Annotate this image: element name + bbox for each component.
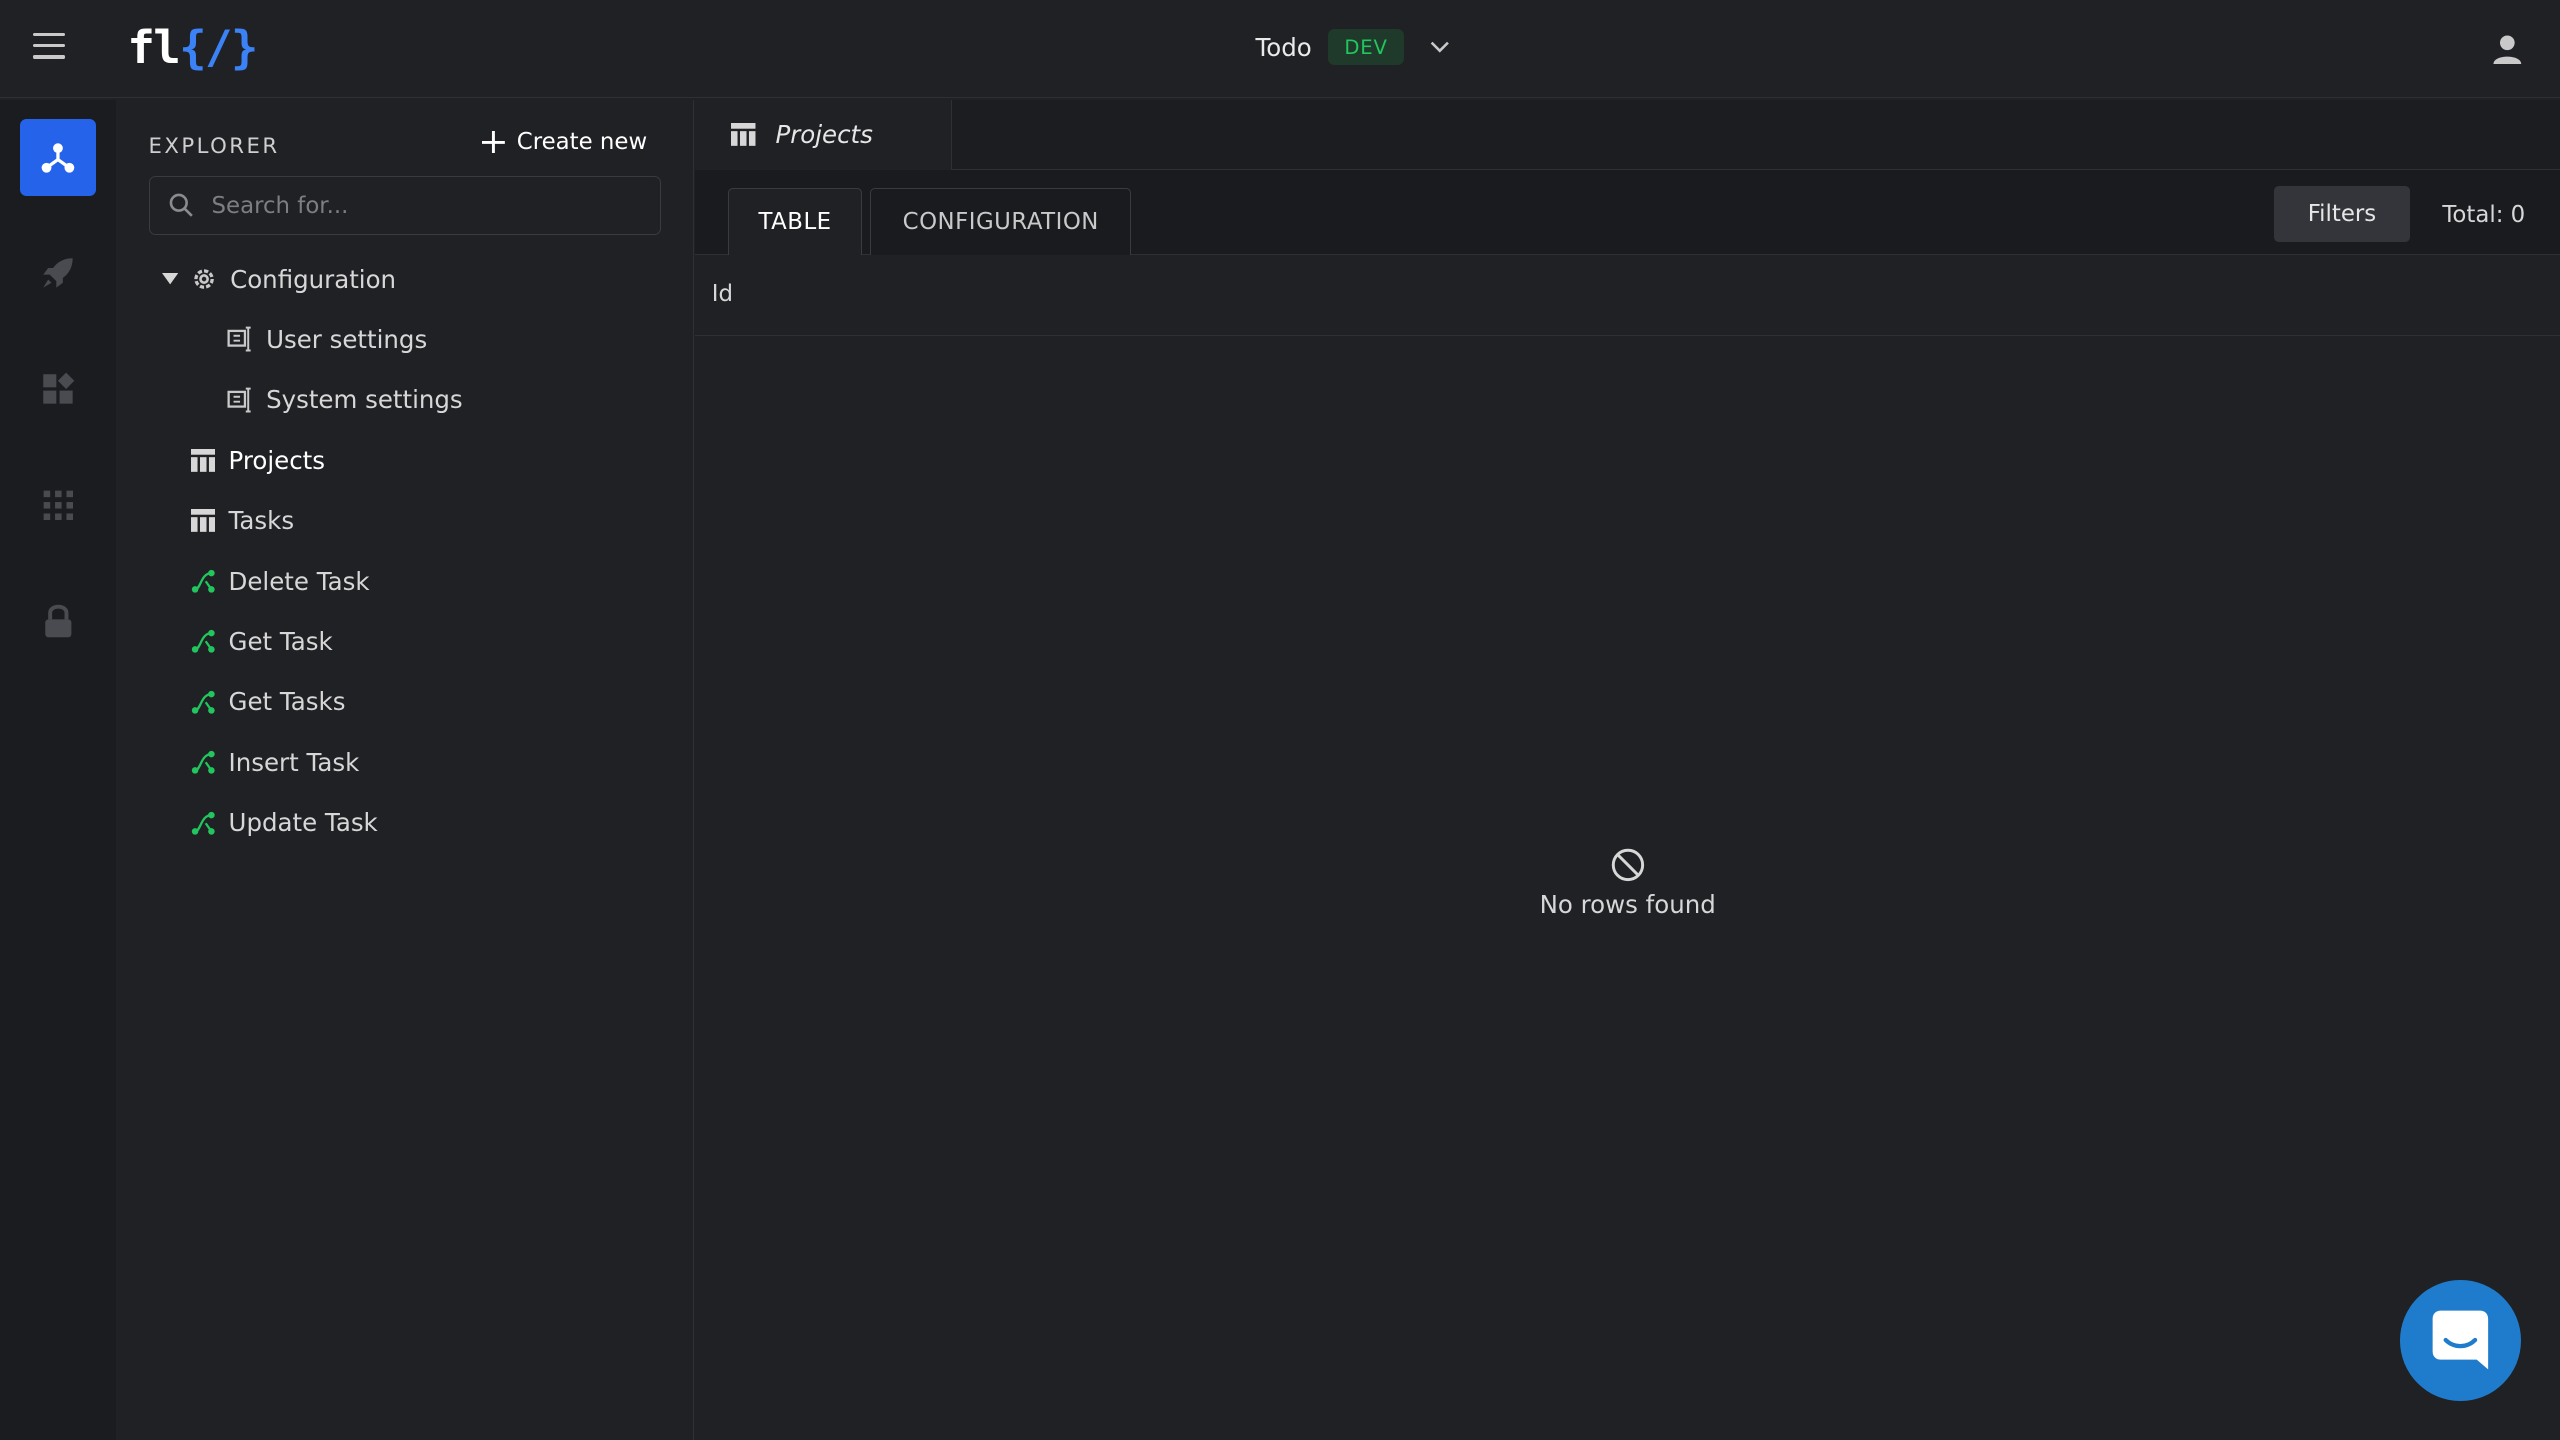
rail-apps-button[interactable]: [20, 467, 97, 544]
tree-item-label: Projects: [229, 446, 325, 475]
rail-deploy-button[interactable]: [20, 235, 97, 312]
lock-icon: [42, 603, 75, 639]
empty-state-text: No rows found: [1540, 890, 1716, 919]
caret-down-icon[interactable]: [162, 273, 178, 286]
tree-item-user-settings[interactable]: User settings: [227, 310, 427, 369]
tree-item-label: Update Task: [229, 808, 378, 837]
settings-form-icon: [227, 326, 253, 352]
rail-widgets-button[interactable]: [20, 351, 97, 428]
table-icon: [191, 449, 215, 472]
rocket-icon: [40, 255, 76, 291]
tree-item-update-task[interactable]: Update Task: [191, 793, 378, 852]
table-header: Id: [695, 255, 2559, 337]
hamburger-menu-icon[interactable]: [33, 33, 66, 62]
widgets-icon: [40, 371, 76, 407]
tree-item-label: Configuration: [230, 265, 396, 294]
tree-item-label: Delete Task: [229, 567, 370, 596]
search-box[interactable]: [149, 176, 662, 235]
app-logo[interactable]: fl{/}: [127, 21, 256, 74]
workflow-icon: [191, 690, 215, 714]
workflow-icon: [191, 569, 215, 593]
table-icon: [731, 123, 755, 146]
doc-tab-label: Projects: [775, 120, 872, 149]
document-tabs: Projects: [695, 100, 2559, 170]
table-icon: [191, 509, 215, 532]
graph-icon: [40, 140, 76, 176]
tree-item-label: Insert Task: [229, 748, 360, 777]
search-icon: [169, 193, 193, 217]
tree-item-label: User settings: [266, 325, 427, 354]
tree-item-label: System settings: [266, 385, 463, 414]
create-new-button[interactable]: Create new: [482, 129, 647, 155]
project-name: Todo: [1255, 33, 1311, 62]
doc-tab-projects[interactable]: Projects: [695, 100, 951, 170]
settings-form-icon: [227, 387, 253, 413]
tree-item-system-settings[interactable]: System settings: [227, 371, 463, 430]
apps-grid-icon: [42, 489, 75, 522]
workflow-icon: [191, 811, 215, 835]
plus-icon: [482, 131, 505, 154]
no-entry-icon: [1610, 847, 1646, 883]
tree-item-label: Get Task: [229, 627, 333, 656]
main-panel: Projects TABLE CONFIGURATION Filters Tot…: [695, 100, 2559, 1440]
tab-table[interactable]: TABLE: [728, 188, 862, 255]
tree-item-label: Tasks: [229, 506, 295, 535]
rail-graph-button[interactable]: [20, 119, 97, 196]
tree-item-label: Get Tasks: [229, 687, 346, 716]
tab-configuration[interactable]: CONFIGURATION: [870, 188, 1131, 255]
explorer-title: EXPLORER: [149, 134, 280, 159]
workflow-icon: [191, 629, 215, 653]
tree-item-tasks[interactable]: Tasks: [191, 491, 294, 550]
explorer-panel: EXPLORER Create new Configuration: [116, 100, 694, 1440]
column-header-id[interactable]: Id: [712, 281, 733, 307]
icon-rail: [0, 100, 116, 1440]
chat-support-button[interactable]: [2400, 1280, 2521, 1401]
rail-security-button[interactable]: [20, 583, 97, 660]
chevron-down-icon[interactable]: [1420, 28, 1459, 67]
search-input[interactable]: [208, 191, 639, 220]
tree-item-projects[interactable]: Projects: [191, 431, 325, 490]
total-count: Total: 0: [2442, 202, 2525, 228]
tree-item-delete-task[interactable]: Delete Task: [191, 552, 370, 611]
create-new-label: Create new: [517, 129, 647, 155]
tree-item-insert-task[interactable]: Insert Task: [191, 733, 359, 792]
project-switcher[interactable]: Todo DEV: [1255, 28, 1459, 67]
env-badge: DEV: [1328, 29, 1404, 65]
user-account-icon[interactable]: [2491, 33, 2524, 66]
top-header: fl{/} Todo DEV: [0, 0, 2560, 98]
filters-button[interactable]: Filters: [2274, 186, 2410, 242]
empty-state: No rows found: [695, 847, 2559, 918]
gear-icon: [191, 266, 217, 292]
tree-item-configuration[interactable]: Configuration: [162, 250, 396, 309]
chat-icon: [2431, 1309, 2490, 1371]
tree-item-get-tasks[interactable]: Get Tasks: [191, 673, 345, 732]
view-toolbar: TABLE CONFIGURATION Filters Total: 0: [695, 170, 2559, 255]
tree-item-get-task[interactable]: Get Task: [191, 612, 333, 671]
workflow-icon: [191, 750, 215, 774]
app-root: fl{/} Todo DEV: [0, 0, 2560, 1440]
